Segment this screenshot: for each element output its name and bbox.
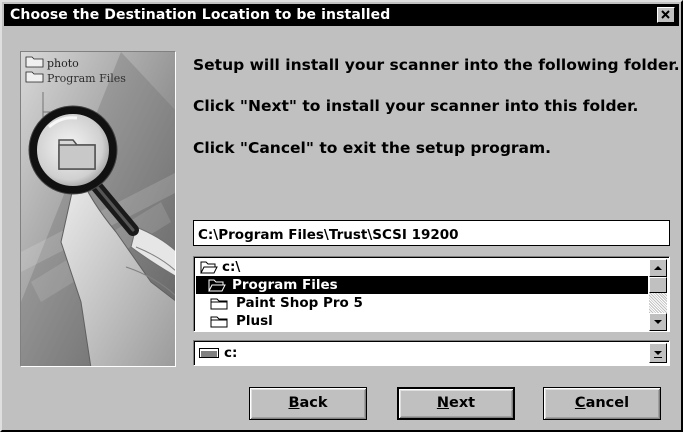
message-install-location: Setup will install your scanner into the… <box>193 56 680 74</box>
cancel-button[interactable]: Cancel <box>543 387 661 420</box>
illustration-label-program-files: Program Files <box>47 72 126 85</box>
list-item-label: Paint Shop Pro 5 <box>236 295 363 311</box>
chevron-down-icon <box>654 351 662 358</box>
close-icon <box>661 10 670 19</box>
list-item[interactable]: Plusl <box>196 312 648 330</box>
drive-select[interactable]: c: <box>193 340 670 366</box>
back-button[interactable]: Back <box>249 387 367 420</box>
next-button-mnemonic: N <box>436 395 449 411</box>
dialog-title: Choose the Destination Location to be in… <box>10 7 391 23</box>
drive-icon <box>199 348 219 358</box>
next-button[interactable]: Next <box>397 387 515 420</box>
list-scrollbar[interactable] <box>649 259 667 331</box>
list-item-label: c:\ <box>222 259 241 275</box>
open-folder-icon <box>200 261 218 274</box>
list-item-selected[interactable]: Program Files <box>196 276 648 294</box>
back-button-mnemonic: B <box>288 395 300 411</box>
setup-dialog: Choose the Destination Location to be in… <box>0 0 683 432</box>
destination-path-input[interactable] <box>193 220 670 246</box>
list-item-label: Program Files <box>232 277 338 293</box>
drive-dropdown-button[interactable] <box>649 343 667 363</box>
list-item[interactable]: c:\ <box>196 258 648 276</box>
illustration-label-photo: photo <box>47 57 79 70</box>
arrow-down-icon <box>654 320 662 324</box>
next-button-label: ext <box>449 395 476 411</box>
magnifier-image: photo Program Files <box>21 52 175 366</box>
close-button[interactable] <box>657 7 675 23</box>
setup-illustration: photo Program Files <box>20 51 176 367</box>
title-bar[interactable]: Choose the Destination Location to be in… <box>4 4 679 26</box>
back-button-label: ack <box>299 395 328 411</box>
open-folder-icon <box>208 279 226 292</box>
folder-icon <box>210 316 228 328</box>
cancel-button-mnemonic: C <box>574 395 586 411</box>
scroll-thumb[interactable] <box>649 277 667 293</box>
scroll-up-button[interactable] <box>649 259 667 277</box>
message-next-instruction: Click "Next" to install your scanner int… <box>193 97 639 115</box>
message-cancel-instruction: Click "Cancel" to exit the setup program… <box>193 139 552 157</box>
cancel-button-label: ancel <box>585 395 630 411</box>
list-item[interactable]: Paint Shop Pro 5 <box>196 294 648 312</box>
drive-select-value: c: <box>224 345 238 361</box>
folder-icon <box>210 298 228 310</box>
directory-listbox[interactable]: c:\ Program Files Paint Shop Pro 5 Plusl <box>193 256 670 332</box>
arrow-up-icon <box>654 266 662 270</box>
list-item-label: Plusl <box>236 313 273 329</box>
scroll-down-button[interactable] <box>649 313 667 331</box>
